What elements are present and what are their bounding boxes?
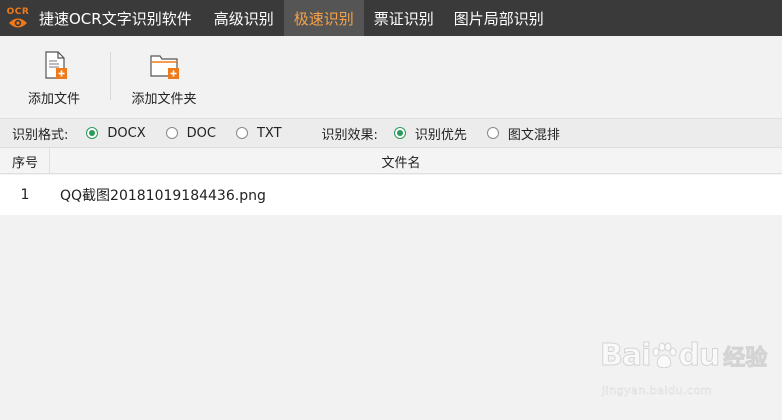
tab-partial-image-ocr[interactable]: 图片局部识别 [444,0,554,36]
tab-advanced-ocr[interactable]: 高级识别 [204,0,284,36]
toolbar-divider [110,52,111,100]
row-index: 1 [20,187,30,203]
row-filename: QQ截图20181019184436.png [60,188,266,204]
column-header-filename[interactable]: 文件名 [50,148,782,174]
add-folder-label: 添加文件夹 [131,92,197,107]
title-bar: OCR 捷速OCR文字识别软件 高级识别 极速识别 票证识别 图片局部识别 [0,0,782,36]
file-table-body: 1 QQ截图20181019184436.png [0,175,782,420]
format-doc-radio[interactable]: DOC [165,125,216,141]
radio-unchecked-icon [486,127,499,139]
effect-label: 识别效果: [321,127,378,143]
format-txt-label: TXT [256,125,282,141]
format-label: 识别格式: [12,127,69,143]
eye-icon [9,18,27,28]
format-docx-radio[interactable]: DOCX [86,125,146,141]
radio-checked-icon [86,127,99,139]
format-docx-label: DOCX [107,125,146,141]
tab-ticket-ocr[interactable]: 票证识别 [364,0,444,36]
options-bar: 识别格式: DOCX DOC TXT 识别效果: 识别优先 图文混排 [0,118,782,148]
add-folder-icon [150,55,179,79]
effect-mixed-layout-label: 图文混排 [507,127,560,143]
tab-fast-ocr[interactable]: 极速识别 [283,0,364,36]
radio-unchecked-icon [235,127,248,139]
table-row[interactable]: 1 QQ截图20181019184436.png [0,175,782,215]
add-file-button[interactable]: 添加文件 [20,36,88,118]
format-txt-radio[interactable]: TXT [235,125,282,141]
add-folder-button[interactable]: 添加文件夹 [126,36,202,118]
radio-checked-icon [393,127,406,139]
format-doc-label: DOC [186,125,216,141]
file-table-header: 序号 文件名 [0,148,782,174]
effect-recognition-first-radio[interactable]: 识别优先 [393,124,467,143]
add-file-icon [45,51,67,79]
app-logo-text: OCR [6,7,30,17]
effect-mixed-layout-radio[interactable]: 图文混排 [486,124,560,143]
effect-recognition-first-label: 识别优先 [414,127,467,143]
app-title: 捷速OCR文字识别软件 [39,9,192,28]
add-file-label: 添加文件 [27,92,80,107]
app-logo: OCR [0,0,36,36]
radio-unchecked-icon [165,127,178,139]
column-header-index[interactable]: 序号 [0,148,50,174]
toolbar: 添加文件 添加文件夹 [0,36,782,118]
